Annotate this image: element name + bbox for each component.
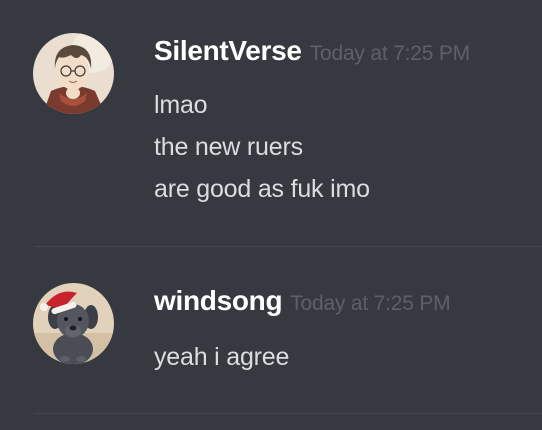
- username[interactable]: windsong: [154, 285, 283, 316]
- avatar[interactable]: [33, 283, 114, 364]
- dog-santa-hat-avatar-icon: [33, 283, 114, 364]
- message-text: lmao: [154, 91, 208, 119]
- timestamp: Today at 7:25 PM: [309, 42, 470, 65]
- message-group: windsong Today at 7:25 PM yeah i agree: [0, 248, 542, 414]
- message-group: SilentVerse Today at 7:25 PM lmao the new…: [0, 0, 542, 248]
- timestamp: Today at 7:25 PM: [290, 292, 451, 315]
- avatar[interactable]: [33, 33, 114, 114]
- anime-character-avatar-icon: [33, 33, 114, 114]
- message-text: yeah i agree: [154, 343, 290, 371]
- message-divider: [34, 246, 542, 247]
- username[interactable]: SilentVerse: [154, 35, 302, 66]
- message-text: the new ruers: [154, 133, 303, 161]
- message-header: SilentVerse Today at 7:25 PM: [154, 35, 470, 67]
- message-body: yeah i agree: [154, 336, 289, 378]
- message-text: are good as fuk imo: [154, 175, 370, 203]
- message-divider: [34, 413, 542, 414]
- message-header: windsong Today at 7:25 PM: [154, 285, 451, 317]
- message-body: lmao the new ruers are good as fuk imo: [154, 84, 370, 210]
- chat-messages: SilentVerse Today at 7:25 PM lmao the new…: [0, 0, 542, 430]
